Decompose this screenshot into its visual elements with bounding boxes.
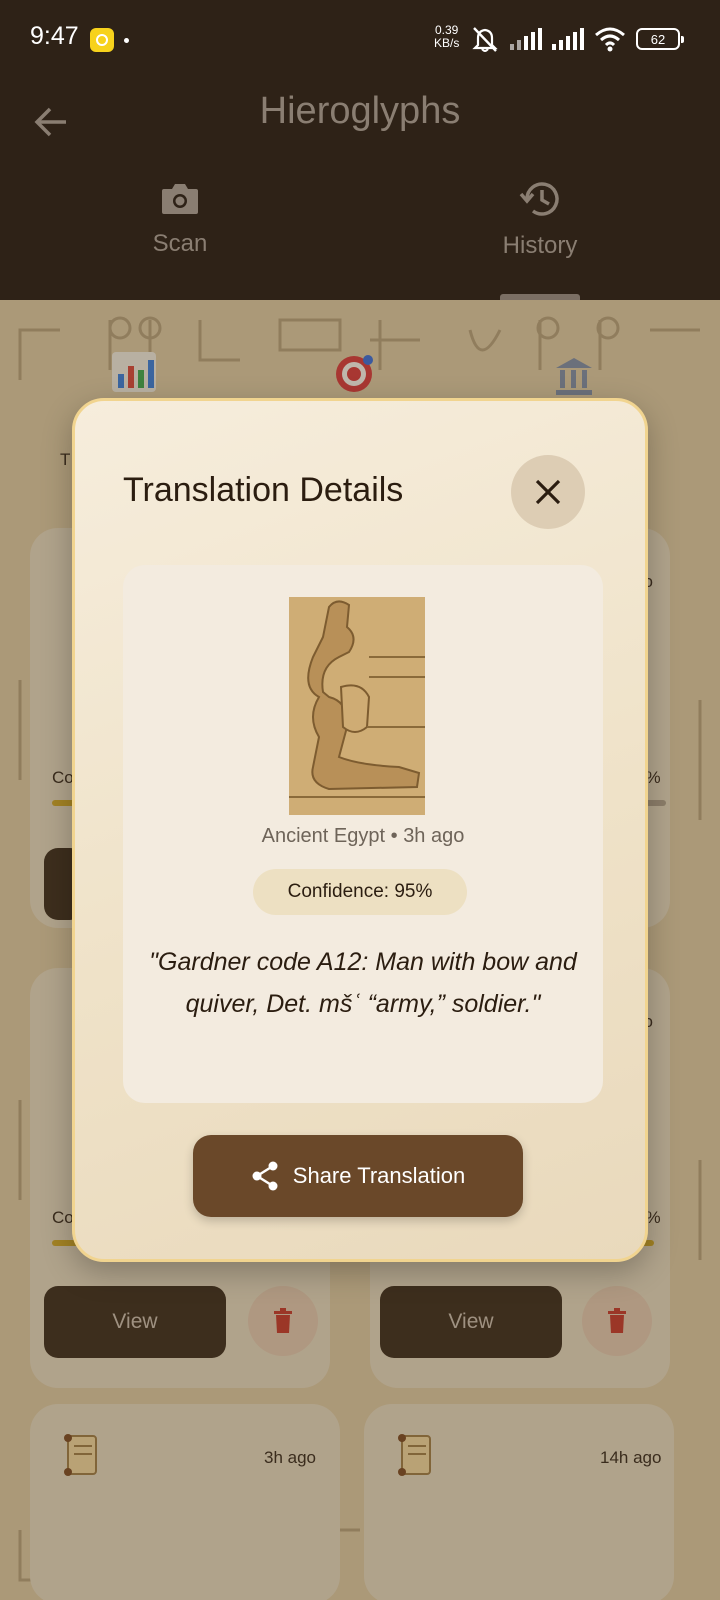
notification-dot-icon	[124, 38, 129, 43]
translation-details-dialog: Translation Details Ancient Egypt • 3h a…	[72, 398, 648, 1262]
signal-strength-icon-1	[510, 28, 542, 50]
share-icon	[252, 1161, 278, 1191]
tab-history[interactable]: History	[440, 180, 640, 290]
confidence-badge: Confidence: 95%	[253, 869, 467, 915]
dialog-title: Translation Details	[123, 471, 404, 509]
history-icon	[519, 182, 559, 216]
mute-icon	[472, 27, 498, 52]
signal-strength-icon-2	[552, 28, 584, 50]
tab-history-label: History	[502, 232, 578, 259]
translation-detail-card: Ancient Egypt • 3h ago Confidence: 95% "…	[123, 565, 603, 1103]
close-icon	[535, 479, 561, 505]
share-translation-label: Share Translation	[292, 1163, 466, 1188]
notification-app-icon	[90, 28, 114, 52]
hieroglyph-scan-image	[289, 597, 425, 815]
network-speed-unit: KB/s	[434, 36, 460, 50]
tab-scan[interactable]: Scan	[80, 180, 280, 290]
app-bar: Hieroglyphs Scan History	[0, 80, 720, 300]
battery-icon: 62	[636, 28, 684, 50]
status-icons: 62	[470, 24, 684, 54]
camera-icon	[162, 184, 198, 214]
meta-separator: •	[390, 825, 398, 847]
status-time: 9:47	[30, 22, 79, 50]
status-bar: 9:47 0.39 KB/s 62	[0, 0, 720, 80]
page-title: Hieroglyphs	[259, 90, 461, 132]
time-label: 3h ago	[403, 825, 465, 847]
wifi-icon	[595, 27, 625, 52]
translation-meta: Ancient Egypt • 3h ago	[123, 825, 603, 848]
origin-label: Ancient Egypt	[261, 825, 386, 847]
close-button[interactable]	[511, 455, 585, 529]
network-speed: 0.39 KB/s	[434, 24, 459, 50]
share-translation-button[interactable]: Share Translation	[193, 1135, 523, 1217]
battery-level: 62	[650, 31, 666, 47]
translation-text: "Gardner code A12: Man with bow and quiv…	[149, 948, 577, 1018]
tab-scan-label: Scan	[152, 230, 208, 257]
